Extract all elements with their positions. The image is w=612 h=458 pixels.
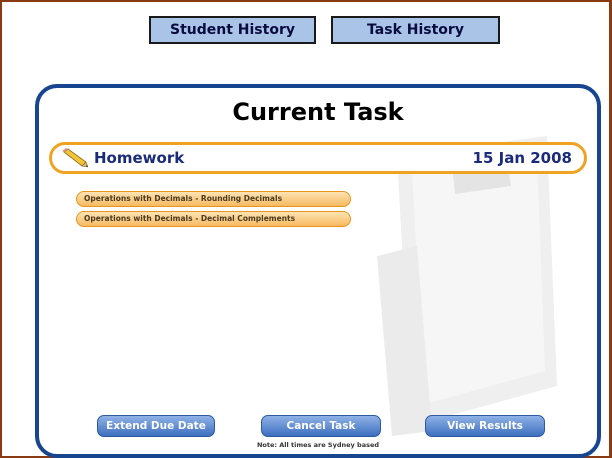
extend-due-date-button[interactable]: Extend Due Date [97, 415, 215, 437]
view-results-button[interactable]: View Results [425, 415, 545, 437]
student-history-button[interactable]: Student History [149, 16, 316, 44]
timezone-note: Note: All times are Sydney based [256, 441, 380, 449]
task-due-date: 15 Jan 2008 [472, 149, 572, 167]
task-header: Homework 15 Jan 2008 [49, 142, 587, 174]
task-type-label: Homework [94, 149, 185, 167]
page-title: Current Task [232, 98, 404, 126]
current-task-panel: Current Task Homework 15 Jan 2008 Operat… [35, 84, 601, 458]
task-item[interactable]: Operations with Decimals - Decimal Compl… [76, 211, 351, 227]
task-item[interactable]: Operations with Decimals - Rounding Deci… [76, 191, 351, 207]
app-frame: Student History Task History Current Tas… [0, 0, 612, 458]
clipboard-watermark-icon [377, 136, 557, 436]
task-history-button[interactable]: Task History [331, 16, 500, 44]
pencil-icon [62, 148, 88, 168]
cancel-task-button[interactable]: Cancel Task [261, 415, 381, 437]
